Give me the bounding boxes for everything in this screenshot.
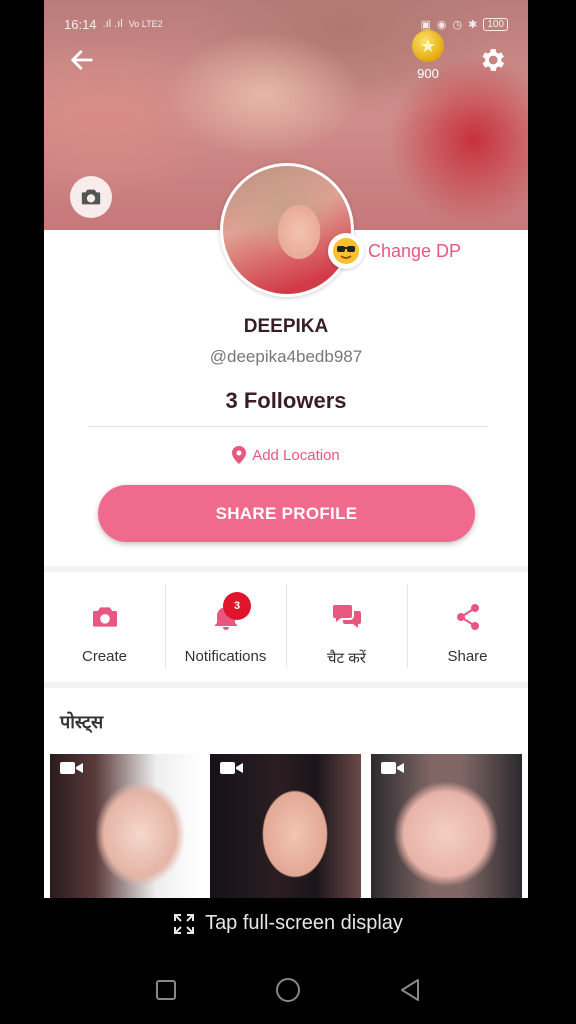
app-screen: 16:14 .ıl .ıl Vo LTE2 ▣ ◉ ◷ ✱ 100 ★ 900 [44, 0, 528, 898]
share-label: Share [447, 648, 488, 665]
video-camera-icon [60, 762, 83, 774]
lock-icon: ◉ [436, 18, 447, 31]
vibrate-icon: ▣ [420, 18, 431, 31]
notification-badge: 3 [223, 592, 251, 620]
sunglasses-emoji-icon [328, 233, 364, 269]
add-location-label: Add Location [252, 446, 340, 464]
notifications-button[interactable]: 3 Notifications [165, 572, 286, 682]
create-label: Create [81, 648, 128, 665]
chat-icon [332, 602, 362, 632]
home-icon[interactable] [275, 977, 301, 1003]
battery-indicator: 100 [483, 17, 508, 31]
back-arrow-icon [71, 50, 93, 70]
create-button[interactable]: Create [44, 572, 165, 682]
share-button[interactable]: Share [407, 572, 528, 682]
status-time: 16:14 [64, 16, 97, 32]
avatar[interactable] [220, 163, 354, 297]
alarm-icon: ◷ [452, 18, 463, 31]
camera-icon [81, 189, 101, 205]
posts-title: पोस्ट्स [60, 712, 104, 732]
chat-label: चैट करें [327, 650, 366, 667]
expand-icon [174, 913, 195, 934]
followers-count[interactable]: 3 Followers [44, 388, 528, 414]
share-profile-button[interactable]: SHARE PROFILE [98, 485, 475, 542]
cover-camera-button[interactable] [70, 176, 112, 218]
signal-icon: .ıl .ıl [102, 18, 123, 30]
back-button[interactable] [66, 44, 98, 76]
profile-handle: @deepika4bedb987 [209, 347, 363, 366]
system-nav-bar [0, 966, 576, 1014]
settings-button[interactable] [474, 42, 510, 78]
recents-icon[interactable] [155, 979, 177, 1001]
change-dp-button[interactable]: Change DP [328, 233, 461, 269]
camera-icon [90, 602, 120, 632]
chat-button[interactable]: चैट करें [286, 572, 407, 682]
video-camera-icon [220, 762, 243, 774]
fullscreen-hint[interactable]: Tap full-screen display [0, 912, 576, 935]
coin-count: 900 [417, 66, 439, 81]
coin-balance[interactable]: ★ 900 [410, 30, 446, 81]
post-thumbnail[interactable] [210, 754, 361, 898]
divider [88, 426, 488, 427]
bluetooth-icon: ✱ [468, 18, 478, 31]
post-thumbnail[interactable] [371, 754, 522, 898]
add-location-link[interactable]: Add Location [44, 446, 528, 464]
back-triangle-icon[interactable] [399, 978, 421, 1002]
share-icon [455, 602, 481, 632]
change-dp-label: Change DP [368, 240, 462, 261]
fullscreen-hint-label: Tap full-screen display [205, 912, 403, 934]
location-pin-icon [232, 446, 247, 464]
coin-icon: ★ [412, 30, 444, 62]
video-camera-icon [381, 762, 404, 774]
action-row: Create 3 Notifications चैट करें Share [44, 572, 528, 682]
posts-section: पोस्ट्स [44, 688, 528, 898]
notifications-label: Notifications [184, 648, 267, 665]
network-label: Vo LTE2 [128, 19, 163, 29]
post-thumbnail[interactable] [50, 754, 201, 898]
profile-name: DEEPIKA [243, 316, 329, 337]
gear-icon [482, 49, 505, 71]
